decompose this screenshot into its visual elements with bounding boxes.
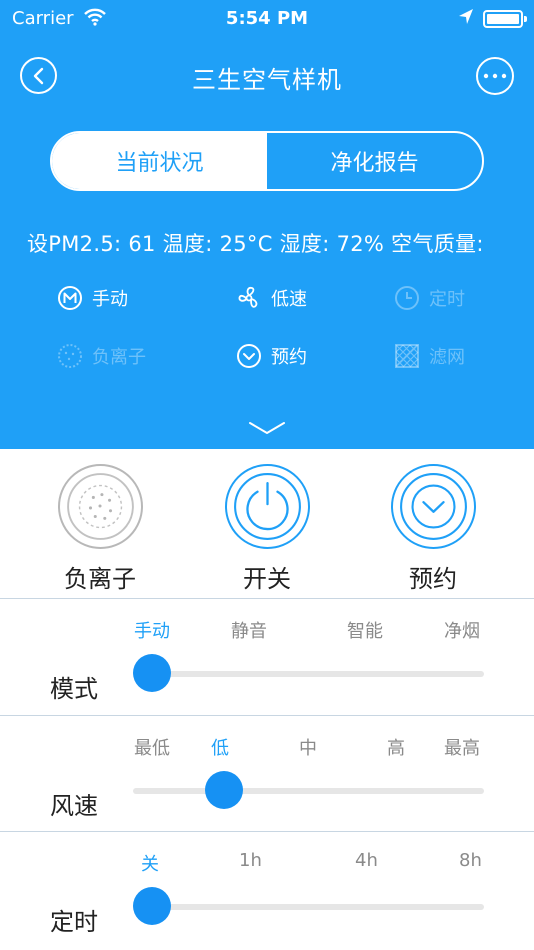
air-readout-text: 设PM2.5: 61 温度: 25°C 湿度: 72% 空气质量: — [27, 232, 484, 256]
mode-slider-track[interactable] — [133, 671, 484, 677]
schedule-label: 预约 — [409, 565, 457, 593]
mode-m-icon — [57, 285, 83, 311]
nav-bar: 三生空气样机 — [0, 48, 534, 104]
schedule-button[interactable] — [390, 464, 476, 549]
location-arrow-icon — [458, 8, 474, 31]
power-label: 开关 — [243, 565, 291, 593]
power-button[interactable] — [224, 464, 310, 549]
speed-option-low[interactable]: 低 — [211, 734, 229, 760]
speed-option-medium[interactable]: 中 — [299, 734, 317, 760]
speed-option-high[interactable]: 高 — [387, 734, 405, 760]
anion-icon — [66, 473, 134, 540]
status-filter-label: 滤网 — [429, 347, 465, 368]
battery-icon — [483, 10, 527, 28]
segmented-control: 当前状况 净化报告 — [50, 131, 484, 191]
control-buttons: 负离子 开关 预约 — [0, 449, 534, 597]
speed-option-lowest[interactable]: 最低 — [134, 734, 170, 760]
page-title: 三生空气样机 — [192, 66, 342, 94]
air-readout-ticker: 设PM2.5: 61 温度: 25°C 湿度: 72% 空气质量: — [0, 226, 534, 260]
status-schedule: 预约 — [236, 341, 307, 371]
timer-slider-track[interactable] — [133, 904, 484, 910]
speed-slider-track[interactable] — [133, 788, 484, 794]
timer-label: 定时 — [50, 908, 98, 936]
timer-option-4h[interactable]: 4h — [355, 850, 378, 871]
filter-icon — [394, 343, 420, 369]
schedule-control[interactable]: 预约 — [358, 464, 508, 594]
mode-slider-thumb[interactable] — [133, 654, 171, 692]
status-anion-label: 负离子 — [92, 347, 146, 368]
power-control[interactable]: 开关 — [192, 464, 342, 594]
timer-option-8h[interactable]: 8h — [459, 850, 482, 871]
mode-option-smart[interactable]: 智能 — [347, 617, 383, 643]
anion-control[interactable]: 负离子 — [25, 464, 175, 594]
clock-icon — [394, 285, 420, 311]
clock-time: 5:54 PM — [225, 8, 309, 29]
power-icon — [233, 473, 301, 540]
expand-chevron-icon[interactable] — [248, 420, 286, 440]
status-anion: 负离子 — [57, 341, 146, 371]
mode-option-silent[interactable]: 静音 — [231, 617, 267, 643]
anion-button[interactable] — [57, 464, 143, 549]
status-timer: 定时 — [394, 283, 465, 313]
schedule-icon — [236, 343, 262, 369]
schedule-icon — [399, 473, 467, 540]
mode-option-smoke[interactable]: 净烟 — [444, 617, 480, 643]
speed-slider-thumb[interactable] — [205, 771, 243, 809]
speed-option-highest[interactable]: 最高 — [444, 734, 480, 760]
fan-icon — [236, 285, 262, 311]
timer-option-1h[interactable]: 1h — [239, 850, 262, 871]
status-fan-speed-label: 低速 — [271, 289, 307, 310]
status-fan-speed: 低速 — [236, 283, 307, 313]
status-mode: 手动 — [57, 283, 128, 313]
timer-slider-thumb[interactable] — [133, 887, 171, 925]
speed-slider-section: 最低 低 中 高 最高 风速 — [0, 716, 534, 832]
more-dots-icon — [483, 73, 507, 79]
status-bar: Carrier 5:54 PM — [0, 0, 534, 40]
mode-option-manual[interactable]: 手动 — [134, 617, 170, 643]
anion-icon — [57, 343, 83, 369]
header-panel: Carrier 5:54 PM 三生空气样机 当前状况 净化报告 设PM2.5:… — [0, 0, 534, 449]
status-schedule-label: 预约 — [271, 347, 307, 368]
timer-slider-section: 关 1h 4h 8h 定时 — [0, 832, 534, 948]
status-filter: 滤网 — [394, 341, 465, 371]
anion-label: 负离子 — [64, 565, 136, 593]
mode-slider-section: 手动 静音 智能 净烟 模式 — [0, 599, 534, 715]
tab-current-status[interactable]: 当前状况 — [52, 133, 267, 189]
status-timer-label: 定时 — [429, 289, 465, 310]
timer-option-off[interactable]: 关 — [141, 850, 159, 876]
mode-label: 模式 — [50, 675, 98, 703]
status-mode-label: 手动 — [92, 289, 128, 310]
tab-purification-report[interactable]: 净化报告 — [267, 133, 482, 189]
speed-label: 风速 — [50, 792, 98, 820]
more-button[interactable] — [476, 57, 514, 95]
